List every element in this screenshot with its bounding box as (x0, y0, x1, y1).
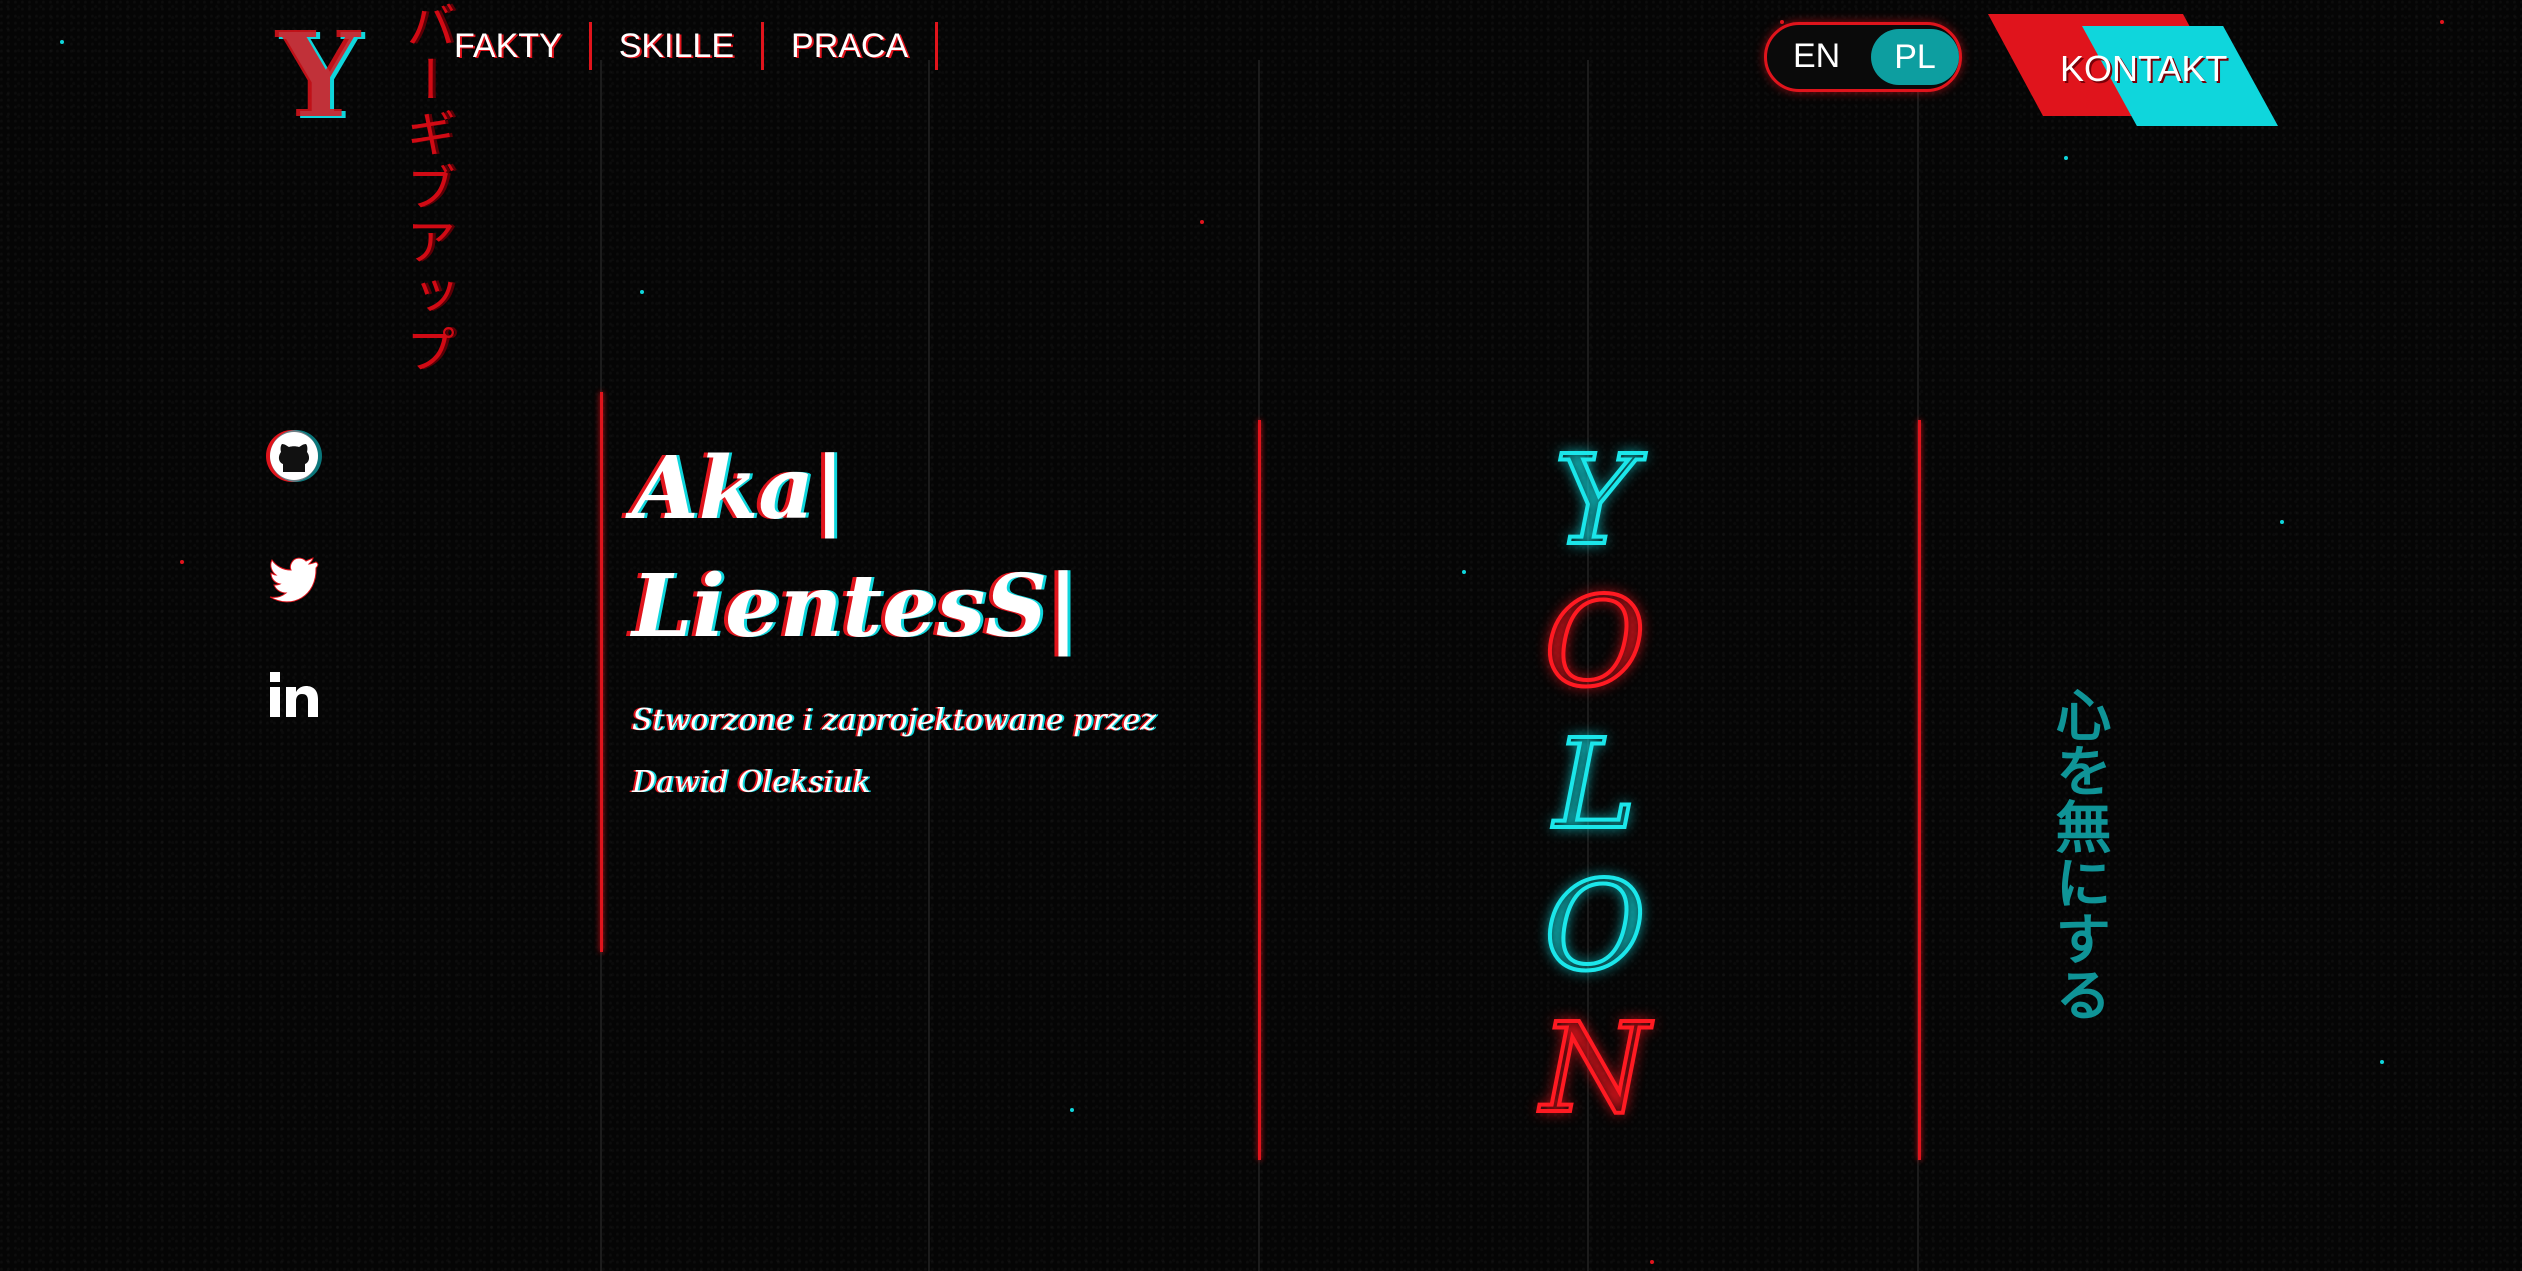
twitter-icon[interactable] (266, 548, 322, 604)
particle (60, 40, 64, 44)
particle (1070, 1108, 1074, 1112)
nav-praca[interactable]: PRACA (764, 22, 939, 70)
particle (640, 290, 644, 294)
particle (1650, 1260, 1654, 1264)
main-nav: FAKTY SKILLE PRACA (430, 22, 939, 70)
logo-icon[interactable]: Y Y (270, 18, 370, 130)
hero-subtitle: Stworzone i zaprojektowane przez Dawid O… (632, 703, 1157, 800)
particle (2280, 520, 2284, 524)
particle (2064, 156, 2068, 160)
accent-line (600, 392, 603, 952)
neon-letter: L (1552, 712, 1638, 858)
neon-letter: O (1542, 854, 1648, 1000)
language-toggle[interactable]: EN PL (1764, 22, 1962, 92)
accent-line (1258, 420, 1261, 1160)
linkedin-icon[interactable] (266, 666, 322, 722)
particle (1462, 570, 1466, 574)
neon-vertical-word: Y O L O N (1539, 428, 1652, 1142)
accent-line (1918, 420, 1921, 1160)
hero-title-line-1: Aka| (632, 438, 846, 539)
particle (1200, 220, 1204, 224)
particle (2380, 1060, 2384, 1064)
hero-title: Aka| LientesS| (632, 430, 1192, 666)
particle (2440, 20, 2444, 24)
particle (1780, 20, 1784, 24)
neon-letter: Y (1552, 428, 1638, 574)
kanji-vertical-text: 心を無にする (2046, 686, 2111, 1022)
neon-letter: N (1539, 996, 1652, 1142)
lang-pl-option[interactable]: PL (1871, 29, 1959, 85)
hero-title-line-2: LientesS| (632, 556, 1079, 657)
contact-button-label: KONTAKT (2060, 48, 2228, 89)
nav-skille[interactable]: SKILLE (592, 22, 765, 70)
nav-fakty[interactable]: FAKTY (430, 22, 592, 70)
github-icon[interactable] (266, 428, 322, 484)
svg-text:Y: Y (274, 18, 362, 130)
particle (180, 560, 184, 564)
neon-letter: O (1542, 570, 1648, 716)
background-grain (0, 0, 2522, 1271)
lang-en-option[interactable]: EN (1793, 37, 1840, 76)
contact-button[interactable]: KONTAKT (1988, 14, 2278, 126)
